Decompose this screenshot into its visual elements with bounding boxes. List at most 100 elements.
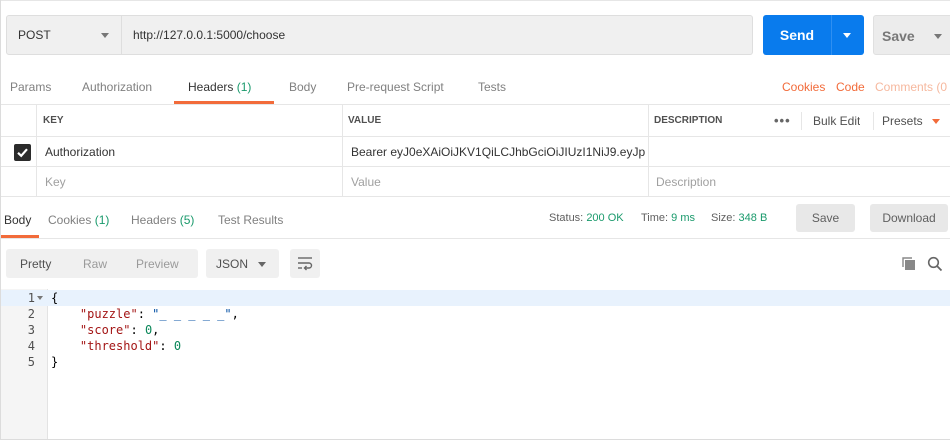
json-key: "threshold" <box>79 339 160 353</box>
send-label: Send <box>779 27 815 43</box>
tab-tests[interactable]: Tests <box>478 80 506 94</box>
tab-headers-label: Headers <box>188 80 234 94</box>
active-tab-indicator <box>174 101 274 104</box>
view-pretty-button[interactable]: Pretty <box>20 257 51 271</box>
table-row: Authorization Bearer eyJ0eXAiOiJKV1QiLCJ… <box>1 137 950 167</box>
method-label: POST <box>18 28 51 42</box>
tab-body[interactable]: Body <box>289 80 316 94</box>
method-select[interactable]: POST <box>6 15 122 55</box>
cookies-link[interactable]: Cookies <box>782 80 825 94</box>
header-enabled-checkbox[interactable] <box>14 144 31 161</box>
time-readout: Time: 9 ms <box>641 212 695 224</box>
save-request-button[interactable]: Save <box>873 15 950 55</box>
presets-chevron-icon[interactable] <box>932 119 940 124</box>
response-toolbar: Pretty Raw Preview JSON <box>1 239 950 289</box>
copy-icon[interactable] <box>901 256 917 272</box>
size-value: 348 B <box>738 212 768 224</box>
time-value: 9 ms <box>671 212 695 224</box>
code-link[interactable]: Code <box>836 80 865 94</box>
code-line: 2 "puzzle": "_ _ _ _ _", <box>1 306 950 322</box>
code-line: 1 { <box>1 290 950 306</box>
url-input[interactable]: http://127.0.0.1:5000/choose <box>122 15 753 55</box>
json-key: "puzzle" <box>79 307 138 321</box>
response-tabs: Body Cookies (1) Headers (5) Test Result… <box>1 197 950 239</box>
json-number: 0 <box>173 339 182 353</box>
code-line: 4 "threshold": 0 <box>1 338 950 354</box>
tab-authorization[interactable]: Authorization <box>82 80 152 94</box>
new-key-input[interactable]: Key <box>45 167 66 196</box>
tab-headers-count: (1) <box>236 80 252 94</box>
save-response-button[interactable]: Save <box>796 204 855 232</box>
request-tabs: Params Authorization Headers (1) Body Pr… <box>1 68 950 105</box>
save-request-label: Save <box>882 28 915 44</box>
view-mode-group: Pretty Raw Preview <box>6 249 198 278</box>
status-label: Status: <box>549 212 584 224</box>
tab-headers[interactable]: Headers (1) <box>188 80 251 94</box>
divider <box>873 112 874 130</box>
response-tab-headers-count: (5) <box>179 213 195 227</box>
code-text: } <box>51 355 59 369</box>
response-tab-cookies-count: (1) <box>94 213 110 227</box>
format-select[interactable]: JSON <box>206 249 279 278</box>
wrap-lines-button[interactable] <box>290 249 320 278</box>
json-number: 0 <box>144 323 153 337</box>
table-row-new: Key Value Description <box>1 167 950 197</box>
size-label: Size: <box>711 212 736 224</box>
response-tab-headers[interactable]: Headers (5) <box>131 213 194 227</box>
code-line: 5 } <box>1 354 950 370</box>
search-icon[interactable] <box>927 256 943 272</box>
json-string: "_ _ _ _ _" <box>152 307 232 321</box>
chevron-down-icon <box>258 262 266 267</box>
line-number: 2 <box>27 307 35 321</box>
column-key: KEY <box>43 115 64 126</box>
fold-toggle-icon[interactable] <box>37 296 43 300</box>
new-description-input[interactable]: Description <box>656 167 716 196</box>
line-number: 5 <box>27 355 35 369</box>
view-raw-button[interactable]: Raw <box>83 257 107 271</box>
request-bar: POST http://127.0.0.1:5000/choose Send S… <box>1 0 950 68</box>
tab-params[interactable]: Params <box>10 80 51 94</box>
code-line: 3 "score": 0, <box>1 322 950 338</box>
response-tab-body[interactable]: Body <box>4 213 31 227</box>
download-button[interactable]: Download <box>870 204 948 232</box>
presets-link[interactable]: Presets <box>882 105 923 136</box>
column-divider <box>342 105 343 197</box>
header-value-cell[interactable]: Bearer eyJ0eXAiOiJKV1QiLCJhbGciOiJIUzI1N… <box>351 137 645 166</box>
save-options-chevron-icon[interactable] <box>934 34 942 39</box>
checkmark-icon <box>17 148 28 158</box>
view-preview-button[interactable]: Preview <box>136 257 179 271</box>
response-tab-headers-label: Headers <box>131 213 177 227</box>
send-divider <box>831 15 832 55</box>
response-body-editor[interactable]: 1 { 2 "puzzle": "_ _ _ _ _", 3 "score": … <box>1 289 950 439</box>
wrap-lines-icon <box>298 257 313 271</box>
more-options-icon[interactable]: ••• <box>774 113 791 128</box>
bulk-edit-link[interactable]: Bulk Edit <box>813 105 860 136</box>
header-key-cell[interactable]: Authorization <box>45 137 115 166</box>
size-readout: Size: 348 B <box>711 212 767 224</box>
divider <box>801 112 802 130</box>
chevron-down-icon <box>101 33 109 38</box>
tab-prerequest-script[interactable]: Pre-request Script <box>347 80 444 94</box>
send-button[interactable]: Send <box>763 15 864 55</box>
headers-table-header: KEY VALUE DESCRIPTION ••• Bulk Edit Pres… <box>1 105 950 137</box>
status-value: 200 OK <box>586 212 624 224</box>
new-value-input[interactable]: Value <box>351 167 381 196</box>
column-value: VALUE <box>348 115 382 126</box>
column-divider <box>648 105 649 197</box>
app-frame: POST http://127.0.0.1:5000/choose Send S… <box>0 0 950 440</box>
status-readout: Status: 200 OK <box>549 212 624 224</box>
url-text: http://127.0.0.1:5000/choose <box>133 28 286 42</box>
format-label: JSON <box>216 257 249 271</box>
json-key: "score" <box>79 323 131 337</box>
response-tab-cookies[interactable]: Cookies (1) <box>48 213 109 227</box>
send-options-chevron-icon[interactable] <box>843 33 851 38</box>
code-text: "score": 0, <box>79 323 160 337</box>
line-number: 4 <box>27 339 35 353</box>
response-tab-cookies-label: Cookies <box>48 213 92 227</box>
active-tab-indicator <box>1 235 39 238</box>
column-divider <box>36 105 37 197</box>
column-description: DESCRIPTION <box>654 115 723 126</box>
response-tab-test-results[interactable]: Test Results <box>218 213 283 227</box>
line-number: 3 <box>27 323 35 337</box>
comments-link[interactable]: Comments (0 <box>875 80 947 94</box>
